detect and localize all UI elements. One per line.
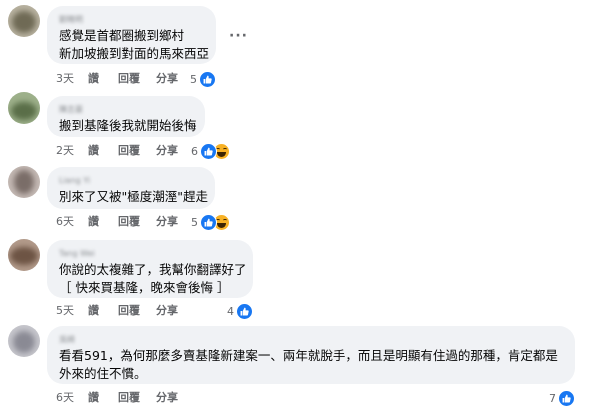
comment-text-line: 你說的太複雜了，我幫你翻譯好了 <box>59 262 247 277</box>
like-icon <box>200 213 217 231</box>
comment-text-line: 新加坡搬到對面的馬來西亞 <box>59 46 210 61</box>
comment-bubble: 吳綺 看看591，為何那麼多賣基隆新建案一、兩年就脫手，而且是明顯有住過的那種，… <box>47 326 575 384</box>
avatar[interactable] <box>8 5 40 37</box>
reply-action[interactable]: 回覆 <box>118 71 156 87</box>
reaction-summary[interactable]: 4 <box>227 302 253 320</box>
comment-text-line: 搬到基隆後我就開始後悔 <box>59 118 197 133</box>
share-action[interactable]: 分享 <box>156 214 196 230</box>
comment-author[interactable]: 吳綺 <box>59 335 563 345</box>
comment-text-line: 感覺是首都圈搬到鄉村 <box>59 28 185 43</box>
avatar[interactable] <box>8 325 40 357</box>
reply-action[interactable]: 回覆 <box>118 214 156 230</box>
comment-author[interactable]: 劉曉明 <box>59 15 204 25</box>
comment-author[interactable]: 陳志豪 <box>59 105 193 115</box>
reaction-count: 5 <box>190 72 197 86</box>
avatar[interactable] <box>8 166 40 198</box>
like-action[interactable]: 讚 <box>88 71 118 87</box>
like-icon <box>236 302 253 320</box>
reply-action[interactable]: 回覆 <box>118 143 156 159</box>
avatar[interactable] <box>8 239 40 271</box>
reply-action[interactable]: 回覆 <box>118 390 156 406</box>
like-icon <box>199 70 216 88</box>
comment-time[interactable]: 3天 <box>56 71 88 87</box>
comment-time[interactable]: 6天 <box>56 390 88 406</box>
comment-text-line: 別來了又被"極度潮溼"趕走 <box>59 189 208 204</box>
like-action[interactable]: 讚 <box>88 214 118 230</box>
reaction-count: 5 <box>191 215 198 229</box>
like-icon <box>200 142 217 160</box>
comment-actions: 6天讚回覆 分享 <box>56 214 196 230</box>
reaction-count: 7 <box>549 391 556 405</box>
like-action[interactable]: 讚 <box>88 303 118 319</box>
reaction-summary[interactable]: 6 <box>191 142 230 160</box>
avatar[interactable] <box>8 92 40 124</box>
comment-author[interactable]: Tang Wei <box>59 249 241 259</box>
more-options-icon[interactable]: ··· <box>229 28 248 44</box>
comment-time[interactable]: 6天 <box>56 214 88 230</box>
like-action[interactable]: 讚 <box>88 390 118 406</box>
share-action[interactable]: 分享 <box>156 390 196 406</box>
reaction-summary[interactable]: 5 <box>190 70 216 88</box>
comment-actions: 2天讚回覆 分享 <box>56 143 196 159</box>
comment-text-line: 外來的住不慣。 <box>59 366 147 381</box>
reaction-summary[interactable]: 7 <box>549 389 575 407</box>
comment-actions: 5天讚回覆 分享 <box>56 303 196 319</box>
comment-bubble: 劉曉明 感覺是首都圈搬到鄉村 新加坡搬到對面的馬來西亞 <box>47 6 216 64</box>
comment-bubble: Tang Wei 你說的太複雜了，我幫你翻譯好了 ［ 快來買基隆，晚來會後悔 ］ <box>47 240 253 298</box>
reply-action[interactable]: 回覆 <box>118 303 156 319</box>
reaction-summary[interactable]: 5 <box>191 213 230 231</box>
comment-text-line: 看看591，為何那麼多賣基隆新建案一、兩年就脫手，而且是明顯有住過的那種，肯定都… <box>59 348 558 363</box>
comment-bubble: 陳志豪 搬到基隆後我就開始後悔 <box>47 96 205 137</box>
share-action[interactable]: 分享 <box>156 303 196 319</box>
reaction-count: 6 <box>191 144 198 158</box>
share-action[interactable]: 分享 <box>156 143 196 159</box>
comment-time[interactable]: 2天 <box>56 143 88 159</box>
comment-author[interactable]: Liang Yi <box>59 176 203 186</box>
comment-bubble: Liang Yi 別來了又被"極度潮溼"趕走 <box>47 167 215 209</box>
like-icon <box>558 389 575 407</box>
reaction-count: 4 <box>227 304 234 318</box>
comment-time[interactable]: 5天 <box>56 303 88 319</box>
comment-text-line: ［ 快來買基隆，晚來會後悔 ］ <box>59 280 230 295</box>
comment-actions: 6天讚回覆 分享 <box>56 390 196 406</box>
comment-actions: 3天讚回覆 分享 <box>56 71 196 87</box>
like-action[interactable]: 讚 <box>88 143 118 159</box>
